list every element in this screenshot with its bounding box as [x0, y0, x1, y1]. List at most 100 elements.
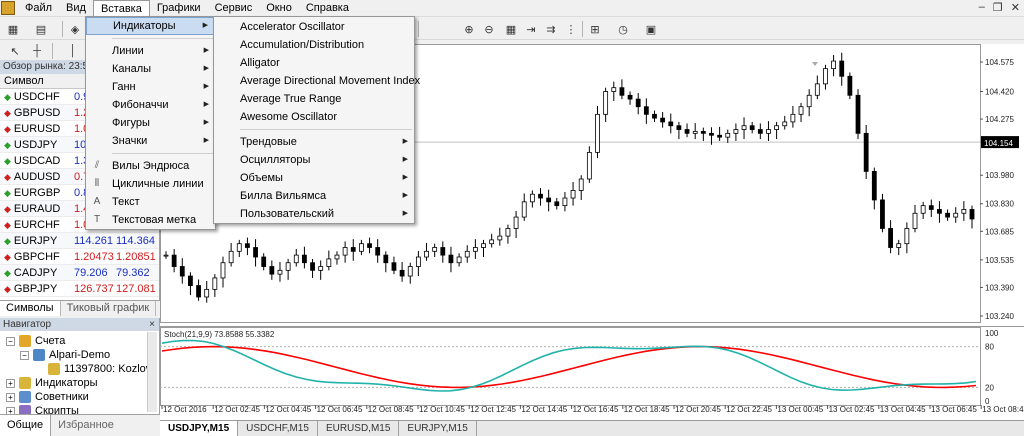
nav-accounts[interactable]: − Счета [6, 334, 65, 348]
restore-icon[interactable]: ❐ [993, 1, 1003, 14]
insert-menu-item[interactable]: Ганн ▶ [86, 78, 215, 96]
candle-body [652, 113, 657, 119]
experts-icon [19, 391, 31, 403]
insert-menu-item[interactable]: Индикаторы ▶ [86, 17, 215, 35]
chart-tab[interactable]: EURUSD,M15 [318, 421, 400, 436]
templates-icon[interactable]: ▣ [642, 20, 660, 38]
candle-body [798, 106, 804, 115]
candle-body [407, 266, 413, 277]
collapse-icon[interactable]: − [20, 350, 29, 360]
candle-body [937, 209, 942, 214]
bid-cell: 126.737 [74, 283, 114, 295]
period-separators-icon[interactable]: ⋮ [562, 20, 580, 38]
market-watch-row[interactable]: ◆ GBPJPY 126.737 127.081 [0, 281, 159, 297]
nav-server[interactable]: − Alpari-Demo [20, 348, 110, 362]
ask-cell: 114.364 [116, 235, 155, 247]
tab-tick-chart[interactable]: Тиковый график [61, 301, 157, 316]
symbol-cell: ◆ GBPJPY [0, 281, 74, 296]
market-watch-row[interactable]: ◆ EURJPY 114.261 114.364 [0, 233, 159, 249]
chart-shift-icon[interactable]: ⇥ [522, 20, 540, 38]
indicator-menu-item[interactable]: Билла Вильямса ▶ [214, 187, 414, 205]
zoom-out-icon[interactable]: ⊖ [480, 20, 498, 38]
menu-insert[interactable]: Вставка [92, 0, 150, 16]
chart-tab[interactable]: USDCHF,M15 [238, 421, 318, 436]
candle-body [212, 277, 218, 290]
insert-menu-item[interactable]: Значки ▶ [86, 132, 215, 150]
candle-body [928, 205, 934, 210]
menu-item-label: Awesome Oscillator [240, 111, 337, 123]
indicator-menu-item[interactable]: Осцилляторы ▶ [214, 151, 414, 169]
indicator-menu-item[interactable]: Alligator [214, 54, 414, 72]
tab-favorites[interactable]: Избранное [51, 415, 121, 436]
collapse-icon[interactable]: − [6, 336, 15, 346]
market-watch-tabs: Символы Тиковый график [0, 300, 160, 316]
insert-menu-item[interactable]: A Текст [86, 193, 215, 211]
vertical-line-icon[interactable]: │ [64, 42, 82, 60]
indicator-menu-item[interactable]: Пользовательский ▶ [214, 205, 414, 223]
menu-help[interactable]: Справка [299, 0, 356, 16]
new-chart-icon[interactable]: ▦ [4, 20, 22, 38]
expand-icon[interactable]: + [6, 392, 15, 402]
nav-indicators[interactable]: + Индикаторы [6, 376, 98, 390]
indicator-menu-item[interactable]: Трендовые ▶ [214, 133, 414, 151]
text-label-icon: T [93, 214, 101, 225]
close-icon[interactable]: × [149, 318, 155, 331]
close-icon[interactable]: ✕ [1011, 1, 1020, 14]
crosshair-icon[interactable]: ┼ [28, 42, 46, 60]
indicator-menu-item[interactable]: Accumulation/Distribution [214, 36, 414, 54]
autoscroll-icon[interactable]: ⇉ [542, 20, 560, 38]
insert-menu-item[interactable]: Линии ▶ [86, 42, 215, 60]
candle-body [700, 131, 706, 134]
tile-windows-icon[interactable]: ▦ [502, 20, 520, 38]
price-up-icon: ◆ [4, 155, 11, 166]
menu-item-label: Accelerator Oscillator [240, 21, 345, 33]
chart-tab[interactable]: EURJPY,M15 [399, 421, 477, 436]
expand-icon[interactable]: + [6, 378, 15, 388]
tab-symbols[interactable]: Символы [0, 301, 61, 316]
indicator-menu-item[interactable]: Average Directional Movement Index [214, 72, 420, 90]
menu-window[interactable]: Окно [259, 0, 299, 16]
periods-icon[interactable]: ◷ [614, 20, 632, 38]
market-watch-row[interactable]: ◆ CADJPY 79.206 79.362 [0, 265, 159, 281]
indicator-menu-item[interactable]: Awesome Oscillator [214, 108, 414, 126]
nav-account[interactable]: 11397800: Kozlov [48, 362, 151, 376]
nav-experts[interactable]: + Советники [6, 390, 89, 404]
candle-body [538, 193, 543, 199]
insert-menu-item[interactable]: Фибоначчи ▶ [86, 96, 215, 114]
menu-file[interactable]: Файл [18, 0, 59, 16]
indicator-menu-item[interactable]: Accelerator Oscillator [214, 18, 414, 36]
insert-menu-item[interactable]: ⦀ Цикличные линии [86, 175, 215, 193]
candle-body [448, 254, 454, 264]
cursor-icon[interactable]: ↖ [6, 42, 24, 60]
insert-menu-item[interactable]: ⫽ Вилы Эндрюса [86, 157, 215, 175]
nav-indicators-label: Индикаторы [35, 377, 98, 389]
candle-body [277, 269, 283, 275]
market-watch-row[interactable]: ◆ GBPCHF 1.20473 1.20851 [0, 249, 159, 265]
indicators-icon[interactable]: ⊞ [586, 20, 604, 38]
symbol-name: EURCHF [13, 218, 60, 231]
insert-menu-item[interactable]: Фигуры ▶ [86, 114, 215, 132]
candle-body [961, 209, 967, 214]
indicator-menu-item[interactable]: Average True Range [214, 90, 414, 108]
price-label: 104.575 [985, 58, 1014, 67]
menu-charts[interactable]: Графики [150, 0, 208, 16]
tab-common[interactable]: Общие [0, 415, 52, 436]
stoch-level-label: 80 [985, 343, 994, 352]
symbol-cell: ◆ EURCHF [0, 217, 74, 232]
navigator-scrollbar[interactable] [147, 332, 157, 412]
menu-tools[interactable]: Сервис [208, 0, 260, 16]
symbol-name: USDCAD [13, 154, 61, 167]
insert-menu-item[interactable]: Каналы ▶ [86, 60, 215, 78]
indicator-menu-item[interactable]: Объемы ▶ [214, 169, 414, 187]
menu-view[interactable]: Вид [59, 0, 93, 16]
market-watch-icon[interactable]: ◈ [66, 20, 84, 38]
nav-account-label: 11397800: Kozlov [64, 363, 152, 375]
candle-body [692, 131, 698, 134]
minimize-icon[interactable]: – [979, 1, 985, 14]
insert-menu-item[interactable]: T Текстовая метка [86, 211, 215, 229]
menu-item-label: Объемы [240, 172, 283, 184]
zoom-in-icon[interactable]: ⊕ [460, 20, 478, 38]
time-label: 13 Oct 00:45 [777, 405, 823, 414]
profiles-icon[interactable]: ▤ [32, 20, 50, 38]
chart-tab[interactable]: USDJPY,M15 [160, 421, 239, 436]
